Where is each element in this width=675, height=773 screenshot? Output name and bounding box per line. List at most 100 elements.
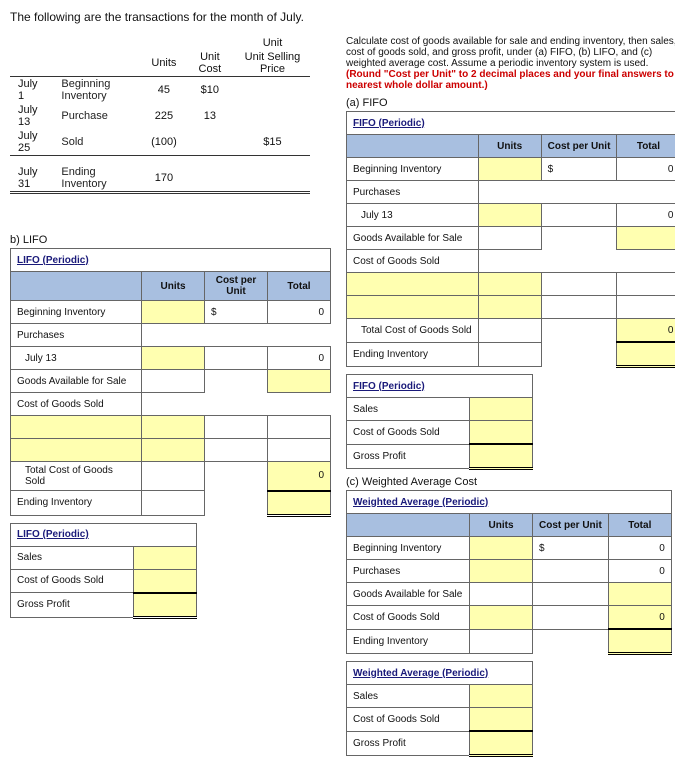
wavg-beginv-cpu[interactable]: $ xyxy=(533,537,609,560)
fifo-endinv-units[interactable] xyxy=(478,342,541,367)
fifo-beginv-units[interactable] xyxy=(478,158,541,181)
lifo-cogslbl: Cost of Goods Sold xyxy=(11,393,142,416)
fifo-beginv: Beginning Inventory xyxy=(347,158,479,181)
fifo-cogs-row2-cpu[interactable] xyxy=(541,296,617,319)
fifo-gp-val[interactable] xyxy=(470,444,533,469)
wavg-purch: Purchases xyxy=(347,560,470,583)
wavg-endinv-units[interactable] xyxy=(470,629,533,654)
fifo-gafs-units[interactable] xyxy=(478,227,541,250)
lifo-sales-val[interactable] xyxy=(134,546,197,569)
lifo-hdr-units: Units xyxy=(142,272,205,301)
lifo-cogs-row1-label[interactable] xyxy=(11,416,142,439)
fifo-purch: Purchases xyxy=(347,181,479,204)
lifo-gp-val[interactable] xyxy=(134,593,197,618)
lifo-hdr-total: Total xyxy=(268,272,331,301)
r3-sp: $15 xyxy=(235,129,310,156)
wavg-cogs: Cost of Goods Sold xyxy=(347,606,470,630)
fifo-gp-table: FIFO (Periodic) Sales Cost of Goods Sold… xyxy=(346,374,533,470)
intro-text: The following are the transactions for t… xyxy=(10,10,675,24)
fifo-gp-title: FIFO (Periodic) xyxy=(347,375,533,398)
fifo-jul13: July 13 xyxy=(347,204,479,227)
wavg-gafs-total[interactable] xyxy=(608,583,671,606)
fifo-cogslbl: Cost of Goods Sold xyxy=(347,250,479,273)
lifo-cogs-row1-units[interactable] xyxy=(142,416,205,439)
fifo-totcogs-units[interactable] xyxy=(478,319,541,343)
fifo-cogs-row1-total[interactable] xyxy=(617,273,675,296)
wavg-purch-units[interactable] xyxy=(470,560,533,583)
fifo-gp-cogs-val[interactable] xyxy=(470,421,533,445)
lifo-gp-title: LIFO (Periodic) xyxy=(11,523,197,546)
wavg-gafs-cpu[interactable] xyxy=(533,583,609,606)
lifo-cogs-row2-total[interactable] xyxy=(268,439,331,462)
lifo-cogs-row1-cpu[interactable] xyxy=(205,416,268,439)
wavg-gafs: Goods Available for Sale xyxy=(347,583,470,606)
fifo-beginv-cpu[interactable]: $ xyxy=(541,158,617,181)
wavg-purch-cpu[interactable] xyxy=(533,560,609,583)
lifo-cogs-row2-cpu[interactable] xyxy=(205,439,268,462)
wavg-gp-cogs-val[interactable] xyxy=(470,708,533,732)
fifo-jul13-cpu[interactable] xyxy=(541,204,617,227)
fifo-gafs: Goods Available for Sale xyxy=(347,227,479,250)
lifo-gp-cogs-val[interactable] xyxy=(134,569,197,593)
lifo-purch: Purchases xyxy=(11,324,142,347)
fifo-cogs-row2-total[interactable] xyxy=(617,296,675,319)
wavg-gafs-units[interactable] xyxy=(470,583,533,606)
fifo-cogs-row2-label[interactable] xyxy=(347,296,479,319)
lifo-beginv-total: 0 xyxy=(268,301,331,324)
lifo-title: LIFO (Periodic) xyxy=(11,249,331,272)
wavg-cogs-total: 0 xyxy=(608,606,671,630)
fifo-beginv-total: 0 xyxy=(617,158,675,181)
wavg-sales-val[interactable] xyxy=(470,685,533,708)
fifo-cogs-row1-cpu[interactable] xyxy=(541,273,617,296)
fifo-inventory-table: FIFO (Periodic) Units Cost per Unit Tota… xyxy=(346,111,675,368)
lifo-cogs-row2-label[interactable] xyxy=(11,439,142,462)
lifo-gafs-total[interactable] xyxy=(268,370,331,393)
lifo-gafs-units[interactable] xyxy=(142,370,205,393)
lifo-cogs-row1-total[interactable] xyxy=(268,416,331,439)
lifo-beginv: Beginning Inventory xyxy=(11,301,142,324)
fifo-gafs-total[interactable] xyxy=(617,227,675,250)
lifo-totcogs-total: 0 xyxy=(268,462,331,491)
lifo-endinv-total[interactable] xyxy=(268,491,331,516)
wavg-hdr-units: Units xyxy=(470,514,533,537)
wavg-gp: Gross Profit xyxy=(347,731,470,756)
wavg-beginv-total: 0 xyxy=(608,537,671,560)
fifo-gp: Gross Profit xyxy=(347,444,470,469)
fifo-cogs-row1-units[interactable] xyxy=(478,273,541,296)
fifo-endinv-total[interactable] xyxy=(617,342,675,367)
wavg-gp-title: Weighted Average (Periodic) xyxy=(347,662,533,685)
lifo-cogs-row2-units[interactable] xyxy=(142,439,205,462)
fifo-sales: Sales xyxy=(347,398,470,421)
wavg-gp-val[interactable] xyxy=(470,731,533,756)
wavg-cogs-units[interactable] xyxy=(470,606,533,630)
lifo-gp: Gross Profit xyxy=(11,593,134,618)
lifo-beginv-cpu[interactable]: $ xyxy=(205,301,268,324)
wavg-cogs-cpu[interactable] xyxy=(533,606,609,630)
part-a-label: (a) FIFO xyxy=(346,97,675,109)
lifo-totcogs-units[interactable] xyxy=(142,462,205,491)
fifo-jul13-units[interactable] xyxy=(478,204,541,227)
hdr-unitcost: Unit Cost xyxy=(185,50,235,77)
lifo-beginv-units[interactable] xyxy=(142,301,205,324)
hdr-units: Units xyxy=(143,50,185,77)
hdr-sp: Unit Selling Price xyxy=(235,50,310,77)
fifo-cogs-row2-units[interactable] xyxy=(478,296,541,319)
wavg-endinv-total[interactable] xyxy=(608,629,671,654)
fifo-cogs-row1-label[interactable] xyxy=(347,273,479,296)
r3-units: (100) xyxy=(143,129,185,156)
fifo-totcogs: Total Cost of Goods Sold xyxy=(347,319,479,343)
fifo-hdr-total: Total xyxy=(617,135,675,158)
lifo-jul13-units[interactable] xyxy=(142,347,205,370)
wavg-gp-table: Weighted Average (Periodic) Sales Cost o… xyxy=(346,661,533,757)
instructions: Calculate cost of goods available for sa… xyxy=(346,36,675,91)
r2-cost: 13 xyxy=(185,103,235,129)
wavg-beginv-units[interactable] xyxy=(470,537,533,560)
wavg-title: Weighted Average (Periodic) xyxy=(347,491,672,514)
fifo-sales-val[interactable] xyxy=(470,398,533,421)
lifo-jul13-cpu[interactable] xyxy=(205,347,268,370)
fifo-totcogs-total: 0 xyxy=(617,319,675,343)
wavg-inventory-table: Weighted Average (Periodic) Units Cost p… xyxy=(346,490,672,655)
lifo-endinv-units[interactable] xyxy=(142,491,205,516)
r2-label: Purchase xyxy=(53,103,143,129)
lifo-hdr-cpu: Cost per Unit xyxy=(205,272,268,301)
